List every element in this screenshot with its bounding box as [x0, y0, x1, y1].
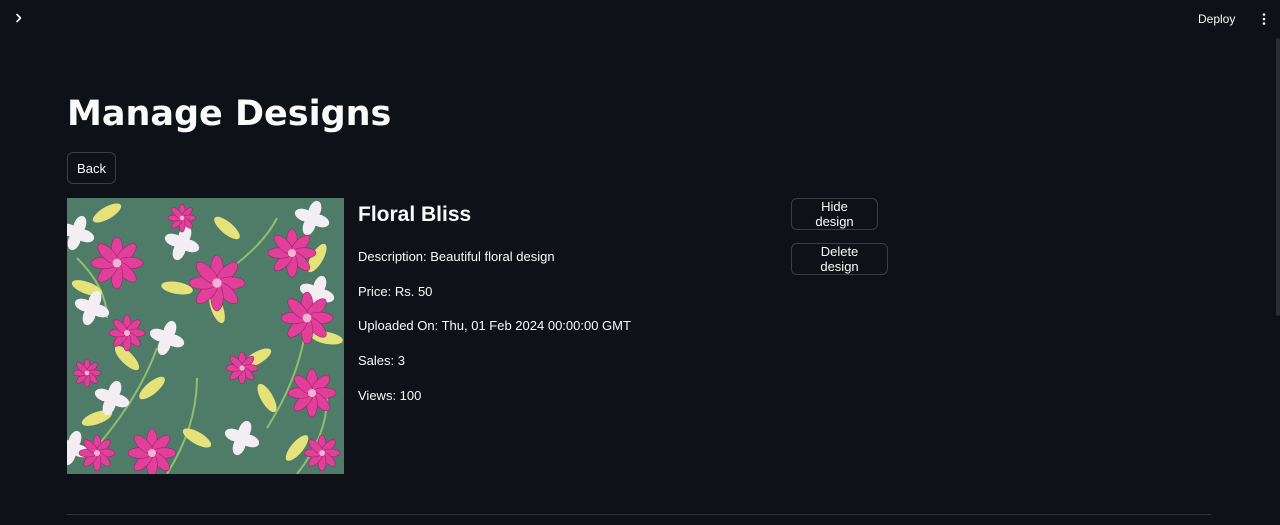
- deploy-button[interactable]: Deploy: [1198, 9, 1235, 29]
- delete-design-button[interactable]: Delete design: [791, 243, 888, 275]
- design-upload-date: Uploaded On: Thu, 01 Feb 2024 00:00:00 G…: [358, 318, 631, 333]
- expand-sidebar-button[interactable]: [10, 9, 28, 27]
- design-price: Price: Rs. 50: [358, 284, 433, 299]
- design-image: [67, 198, 344, 474]
- divider: [67, 514, 1211, 515]
- design-name: Floral Bliss: [358, 203, 472, 226]
- design-description: Description: Beautiful floral design: [358, 249, 555, 264]
- hide-design-button[interactable]: Hide design: [791, 198, 878, 230]
- top-bar: Deploy: [0, 0, 1280, 38]
- design-sales: Sales: 3: [358, 353, 405, 368]
- main-menu-button[interactable]: [1256, 9, 1272, 29]
- more-vertical-icon: [1262, 13, 1266, 25]
- back-button[interactable]: Back: [67, 152, 116, 184]
- design-views: Views: 100: [358, 388, 422, 403]
- design-details: Floral Bliss: [358, 203, 471, 227]
- scrollbar[interactable]: [1276, 38, 1280, 316]
- page-title: Manage Designs: [67, 94, 392, 134]
- chevron-right-icon: [16, 13, 22, 23]
